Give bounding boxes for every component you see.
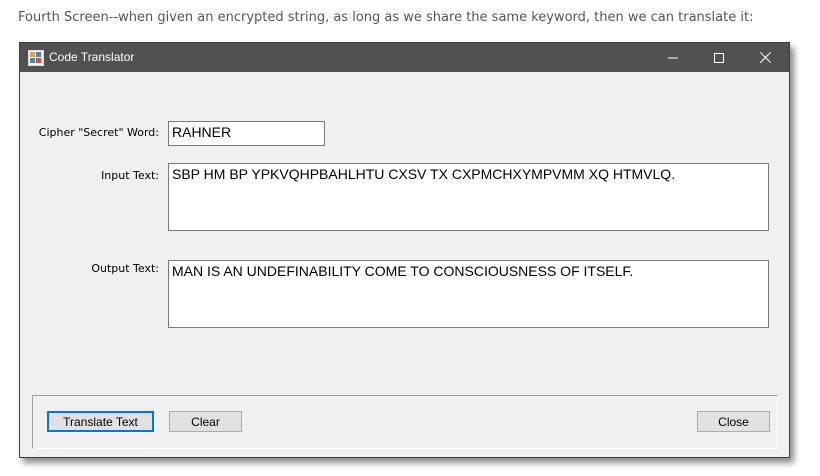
clear-button[interactable]: Clear (169, 411, 242, 432)
page-caption: Fourth Screen--when given an encrypted s… (18, 10, 754, 25)
minimize-icon (668, 50, 678, 66)
input-text-area[interactable]: SBP HM BP YPKVQHPBAHLHTU CXSV TX CXPMCHX… (168, 163, 769, 231)
input-text-label: Input Text: (101, 169, 159, 182)
app-icon (28, 50, 44, 66)
title-bar[interactable]: Code Translator (20, 43, 789, 72)
window-title: Code Translator (49, 50, 135, 64)
cipher-word-label: Cipher "Secret" Word: (38, 126, 159, 139)
maximize-button[interactable] (696, 43, 742, 72)
close-window-button[interactable] (742, 43, 788, 72)
output-text-area[interactable]: MAN IS AN UNDEFINABILITY COME TO CONSCIO… (168, 260, 769, 328)
output-text-label: Output Text: (91, 262, 159, 275)
translate-text-button[interactable]: Translate Text (47, 411, 154, 432)
maximize-icon (714, 50, 724, 66)
minimize-button[interactable] (650, 43, 696, 72)
close-icon (759, 50, 771, 66)
close-button[interactable]: Close (697, 411, 770, 432)
code-translator-window: Code Translator Cipher "Secret" Word: RA… (19, 42, 790, 458)
window-shadow: Code Translator Cipher "Secret" Word: RA… (19, 42, 790, 458)
cipher-word-input[interactable]: RAHNER (168, 121, 325, 146)
